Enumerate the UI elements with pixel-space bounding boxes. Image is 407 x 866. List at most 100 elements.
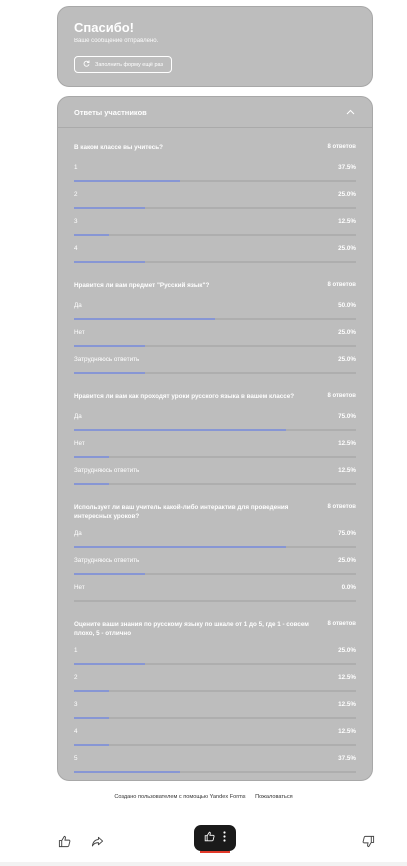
answer-option-percent: 12.5% bbox=[338, 728, 356, 735]
answer-option-percent: 12.5% bbox=[338, 440, 356, 447]
progress-fill bbox=[74, 573, 145, 575]
answer-option: 2 25.0% bbox=[74, 191, 356, 209]
progress-track bbox=[74, 483, 356, 485]
progress-track bbox=[74, 771, 356, 773]
progress-track bbox=[74, 345, 356, 347]
answer-option-percent: 75.0% bbox=[338, 530, 356, 537]
answer-option: 4 12.5% bbox=[74, 728, 356, 746]
progress-fill bbox=[74, 546, 286, 548]
answer-option: Нет 25.0% bbox=[74, 329, 356, 347]
question-title: Использует ли ваш учитель какой-либо инт… bbox=[74, 504, 289, 520]
answer-option-row: Да 75.0% bbox=[74, 413, 356, 421]
answer-option: Затрудняюсь ответить 12.5% bbox=[74, 467, 356, 485]
answer-option-row: Нет 0.0% bbox=[74, 584, 356, 592]
progress-fill bbox=[74, 372, 145, 374]
answer-option-percent: 12.5% bbox=[338, 467, 356, 474]
progress-track bbox=[74, 546, 356, 548]
progress-fill bbox=[74, 180, 180, 182]
answer-option-row: Да 50.0% bbox=[74, 302, 356, 310]
answer-option-label: Нет bbox=[74, 329, 85, 336]
progress-track bbox=[74, 573, 356, 575]
answer-option-row: Затрудняюсь ответить 25.0% bbox=[74, 356, 356, 364]
answer-option-row: Нет 12.5% bbox=[74, 440, 356, 448]
thumbs-down-icon[interactable] bbox=[360, 833, 376, 849]
chevron-up-icon[interactable] bbox=[345, 107, 356, 118]
answer-option: 3 12.5% bbox=[74, 218, 356, 236]
answer-option-row: 2 12.5% bbox=[74, 674, 356, 682]
question-block: Нравится ли вам как проходят уроки русск… bbox=[74, 392, 356, 485]
answer-option-row: 5 37.5% bbox=[74, 755, 356, 763]
answers-card: Ответы участников В каком классе вы учит… bbox=[57, 96, 373, 781]
thumbs-up-icon[interactable] bbox=[204, 829, 215, 847]
answer-option-label: 1 bbox=[74, 164, 78, 171]
answers-header[interactable]: Ответы участников bbox=[58, 97, 372, 128]
answer-option-row: 4 25.0% bbox=[74, 245, 356, 253]
answer-option-label: 2 bbox=[74, 191, 78, 198]
progress-fill bbox=[74, 345, 145, 347]
progress-track bbox=[74, 456, 356, 458]
question-header: В каком классе вы учитесь? 8 ответов bbox=[74, 143, 356, 155]
answer-option-label: 2 bbox=[74, 674, 78, 681]
answer-option-label: Затрудняюсь ответить bbox=[74, 356, 140, 363]
answer-option-label: 5 bbox=[74, 755, 78, 762]
refill-form-button[interactable]: Заполнить форму ещё раз bbox=[74, 56, 173, 73]
progress-fill bbox=[74, 744, 110, 746]
refresh-icon bbox=[83, 60, 90, 69]
progress-track bbox=[74, 600, 356, 602]
answer-option-label: 4 bbox=[74, 728, 78, 735]
answer-option: Да 75.0% bbox=[74, 413, 356, 431]
answer-option-percent: 12.5% bbox=[338, 701, 356, 708]
answer-option-percent: 25.0% bbox=[338, 647, 356, 654]
question-header: Нравится ли вам предмет "Русский язык"? 8… bbox=[74, 281, 356, 293]
answer-option: 4 25.0% bbox=[74, 245, 356, 263]
progress-fill bbox=[74, 663, 145, 665]
progress-fill bbox=[74, 429, 286, 431]
progress-track bbox=[74, 180, 356, 182]
progress-track bbox=[74, 261, 356, 263]
question-header: Оцените ваши знания по русскому языку по… bbox=[74, 620, 356, 638]
progress-track bbox=[74, 690, 356, 692]
progress-track bbox=[74, 663, 356, 665]
reaction-pill[interactable] bbox=[194, 825, 236, 851]
answer-option-percent: 50.0% bbox=[338, 302, 356, 309]
progress-track bbox=[74, 717, 356, 719]
answer-option: Нет 12.5% bbox=[74, 440, 356, 458]
pill-accent-line bbox=[200, 851, 230, 853]
answer-option: 1 25.0% bbox=[74, 647, 356, 665]
thanks-card: Спасибо! Ваше сообщение отправлено. Запо… bbox=[57, 6, 373, 87]
answer-option: 1 37.5% bbox=[74, 164, 356, 182]
answer-option-row: Затрудняюсь ответить 12.5% bbox=[74, 467, 356, 475]
answer-option: 3 12.5% bbox=[74, 701, 356, 719]
answer-option-percent: 25.0% bbox=[338, 245, 356, 252]
progress-fill bbox=[74, 318, 215, 320]
answer-option-label: Затрудняюсь ответить bbox=[74, 557, 140, 564]
progress-fill bbox=[74, 207, 145, 209]
answer-option-row: 3 12.5% bbox=[74, 701, 356, 709]
progress-track bbox=[74, 372, 356, 374]
thumbs-up-icon[interactable] bbox=[56, 833, 72, 849]
progress-fill bbox=[74, 234, 110, 236]
answer-option: Затрудняюсь ответить 25.0% bbox=[74, 356, 356, 374]
progress-fill bbox=[74, 690, 110, 692]
progress-track bbox=[74, 207, 356, 209]
answers-title: Ответы участников bbox=[74, 107, 147, 117]
more-vertical-icon[interactable] bbox=[223, 829, 226, 847]
question-header: Использует ли ваш учитель какой-либо инт… bbox=[74, 503, 356, 521]
answer-option-percent: 37.5% bbox=[338, 164, 356, 171]
progress-fill bbox=[74, 717, 110, 719]
thanks-title: Спасибо! bbox=[74, 20, 134, 35]
share-arrow-icon[interactable] bbox=[89, 833, 105, 849]
report-link[interactable]: Пожаловаться bbox=[255, 794, 293, 800]
answer-option-percent: 25.0% bbox=[338, 329, 356, 336]
question-title: В каком классе вы учитесь? bbox=[74, 144, 163, 151]
progress-track bbox=[74, 744, 356, 746]
answer-option-percent: 25.0% bbox=[338, 191, 356, 198]
answer-option: 5 37.5% bbox=[74, 755, 356, 773]
progress-track bbox=[74, 234, 356, 236]
questions-list: В каком классе вы учитесь? 8 ответов 1 37.5… bbox=[58, 128, 372, 773]
progress-fill bbox=[74, 456, 110, 458]
bottom-edge bbox=[0, 862, 407, 866]
answer-count: 8 ответов bbox=[327, 144, 356, 150]
answer-option-percent: 37.5% bbox=[338, 755, 356, 762]
thanks-subtitle: Ваше сообщение отправлено. bbox=[74, 38, 159, 44]
